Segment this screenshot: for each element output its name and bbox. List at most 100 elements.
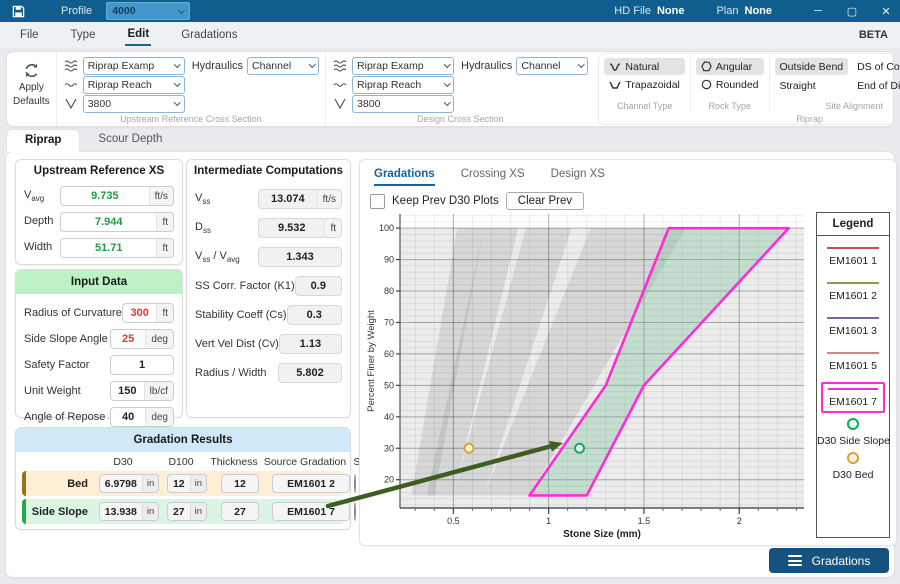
radius-of-curvature-field[interactable]: 300 ft: [122, 303, 174, 323]
trapezoid-channel-icon: [609, 80, 621, 90]
design-reach-select[interactable]: Riprap Reach: [352, 76, 454, 94]
sideslope-thickness-field: 27: [221, 502, 259, 521]
tab-gradations[interactable]: Gradations: [374, 168, 435, 186]
angle-of-repose-field[interactable]: 40 deg: [110, 407, 174, 427]
svg-text:90: 90: [384, 255, 394, 265]
d30-bed-marker-icon: [847, 452, 859, 464]
tab-riprap[interactable]: Riprap: [6, 129, 80, 152]
legend-item-em1601-2[interactable]: EM1601 2: [821, 277, 885, 306]
legend-item-em1601-3[interactable]: EM1601 3: [821, 312, 885, 341]
site-straight-button[interactable]: Straight: [775, 77, 849, 94]
vss-vavg-field: 1.343: [258, 247, 342, 267]
profile-select[interactable]: 4000: [106, 2, 190, 20]
reach-icon: [63, 81, 79, 89]
cv-field: 1.13: [279, 334, 342, 354]
design-station-select[interactable]: 3800: [352, 95, 454, 113]
legend-line-sample: [827, 247, 879, 249]
tab-design-xs[interactable]: Design XS: [551, 168, 605, 186]
upstream-station-select[interactable]: 3800: [83, 95, 185, 113]
site-outside-bend-button[interactable]: Outside Bend: [775, 58, 849, 75]
keep-prev-checkbox[interactable]: [370, 194, 385, 209]
legend-item-em1601-5[interactable]: EM1601 5: [821, 347, 885, 376]
chevron-down-icon: [174, 99, 180, 105]
k1-field: 0.9: [295, 276, 342, 296]
chevron-down-icon: [444, 99, 450, 105]
col-source: Source Gradation: [262, 456, 348, 468]
unit-weight-field[interactable]: 150 lb/cf: [110, 381, 174, 401]
gradation-chart[interactable]: 0.511.522030405060708090100Stone Size (m…: [364, 208, 812, 540]
gradation-results-title: Gradation Results: [16, 428, 350, 452]
upstream-geometry-select[interactable]: Riprap Examp: [83, 57, 185, 75]
plan-value: None: [745, 5, 773, 17]
design-hydraulics-select[interactable]: Channel: [516, 57, 588, 75]
river-icon: [332, 60, 348, 72]
chevron-down-icon: [174, 80, 180, 86]
tab-scour-depth[interactable]: Scour Depth: [80, 129, 180, 152]
bed-thickness-field: 12: [221, 474, 259, 493]
design-geometry-select[interactable]: Riprap Examp: [352, 57, 454, 75]
svg-text:Percent Finer by Weight: Percent Finer by Weight: [366, 310, 377, 412]
apply-defaults-line1: Apply: [19, 82, 44, 94]
upstream-hydraulics-select[interactable]: Channel: [247, 57, 319, 75]
sideslope-d100-field: 27in: [167, 502, 207, 521]
reach-icon: [332, 81, 348, 89]
sideslope-selecting-radio[interactable]: [354, 502, 356, 521]
close-button[interactable]: ✕: [872, 0, 900, 22]
side-slope-angle-field[interactable]: 25 deg: [110, 329, 174, 349]
safety-factor-field[interactable]: 1: [110, 355, 174, 375]
ribbon: Apply Defaults Riprap Examp Hydraulics C…: [6, 51, 894, 127]
depth-field[interactable]: 7.944 ft: [60, 212, 174, 232]
upstream-reach-select[interactable]: Riprap Reach: [83, 76, 185, 94]
save-icon[interactable]: [12, 5, 25, 18]
profile-value: 4000: [112, 5, 135, 17]
svg-text:60: 60: [384, 349, 394, 359]
bed-selecting-radio[interactable]: [354, 474, 356, 493]
channel-type-group: Natural Trapazoidal Channel Type: [599, 54, 689, 112]
rock-angular-button[interactable]: Angular: [696, 58, 764, 75]
svg-text:2: 2: [737, 516, 742, 526]
chevron-down-icon: [444, 61, 450, 67]
maximize-button[interactable]: ▢: [838, 0, 866, 22]
river-icon: [63, 60, 79, 72]
menu-type[interactable]: Type: [69, 25, 98, 45]
riprap-caption: Riprap: [599, 114, 900, 124]
channel-trapazoidal-button[interactable]: Trapazoidal: [604, 76, 684, 93]
design-xs-caption: Design Cross Section: [326, 114, 594, 124]
chevron-down-icon: [309, 61, 315, 67]
legend-item-em1601-1[interactable]: EM1601 1: [821, 242, 885, 271]
riprap-group: Natural Trapazoidal Channel Type Angular…: [598, 53, 900, 125]
gradation-results-card: Gradation Results D30 D100 Thickness Sou…: [15, 427, 351, 530]
svg-text:1.5: 1.5: [638, 516, 651, 526]
site-alignment-caption: Site Alignment: [770, 101, 900, 111]
svg-text:0.5: 0.5: [447, 516, 460, 526]
upstream-xs-title: Upstream Reference XS: [16, 160, 182, 180]
width-field[interactable]: 51.71 ft: [60, 238, 174, 258]
plan-label: Plan: [716, 5, 738, 17]
minimize-button[interactable]: ─: [804, 0, 832, 22]
tab-crossing-xs[interactable]: Crossing XS: [461, 168, 525, 186]
vavg-field[interactable]: 9.735 ft/s: [60, 186, 174, 206]
table-row-side-slope: Side Slope 13.938in 27in 27 EM1601 7: [22, 499, 344, 524]
channel-type-caption: Channel Type: [599, 101, 689, 111]
menu-edit[interactable]: Edit: [125, 24, 151, 46]
apply-defaults-button[interactable]: Apply Defaults: [7, 52, 56, 126]
input-data-title: Input Data: [16, 270, 182, 294]
natural-channel-icon: [609, 62, 621, 72]
rock-rounded-button[interactable]: Rounded: [696, 76, 764, 93]
channel-natural-button[interactable]: Natural: [604, 58, 684, 75]
angular-rock-icon: [701, 61, 712, 72]
svg-text:70: 70: [384, 317, 394, 327]
menu-gradations[interactable]: Gradations: [179, 25, 239, 45]
legend-marker-d30-bed: D30 Bed: [817, 452, 889, 481]
svg-text:Stone Size (mm): Stone Size (mm): [563, 529, 641, 540]
title-bar: Profile 4000 HD File None Plan None ─ ▢ …: [0, 0, 900, 22]
legend-item-em1601-7[interactable]: EM1601 7: [821, 382, 885, 413]
site-ds-of-concrete-button[interactable]: DS of Concrete: [852, 58, 900, 75]
gradations-button[interactable]: Gradations: [769, 548, 889, 573]
d30-side-slope-marker-icon: [847, 418, 859, 430]
menu-file[interactable]: File: [18, 25, 41, 45]
hydraulics-label: Hydraulics: [192, 60, 243, 72]
intermediate-card: Intermediate Computations Vss 13.074ft/s…: [186, 159, 351, 418]
col-thickness: Thickness: [206, 456, 262, 468]
site-end-of-dike-button[interactable]: End of Dike: [852, 77, 900, 94]
